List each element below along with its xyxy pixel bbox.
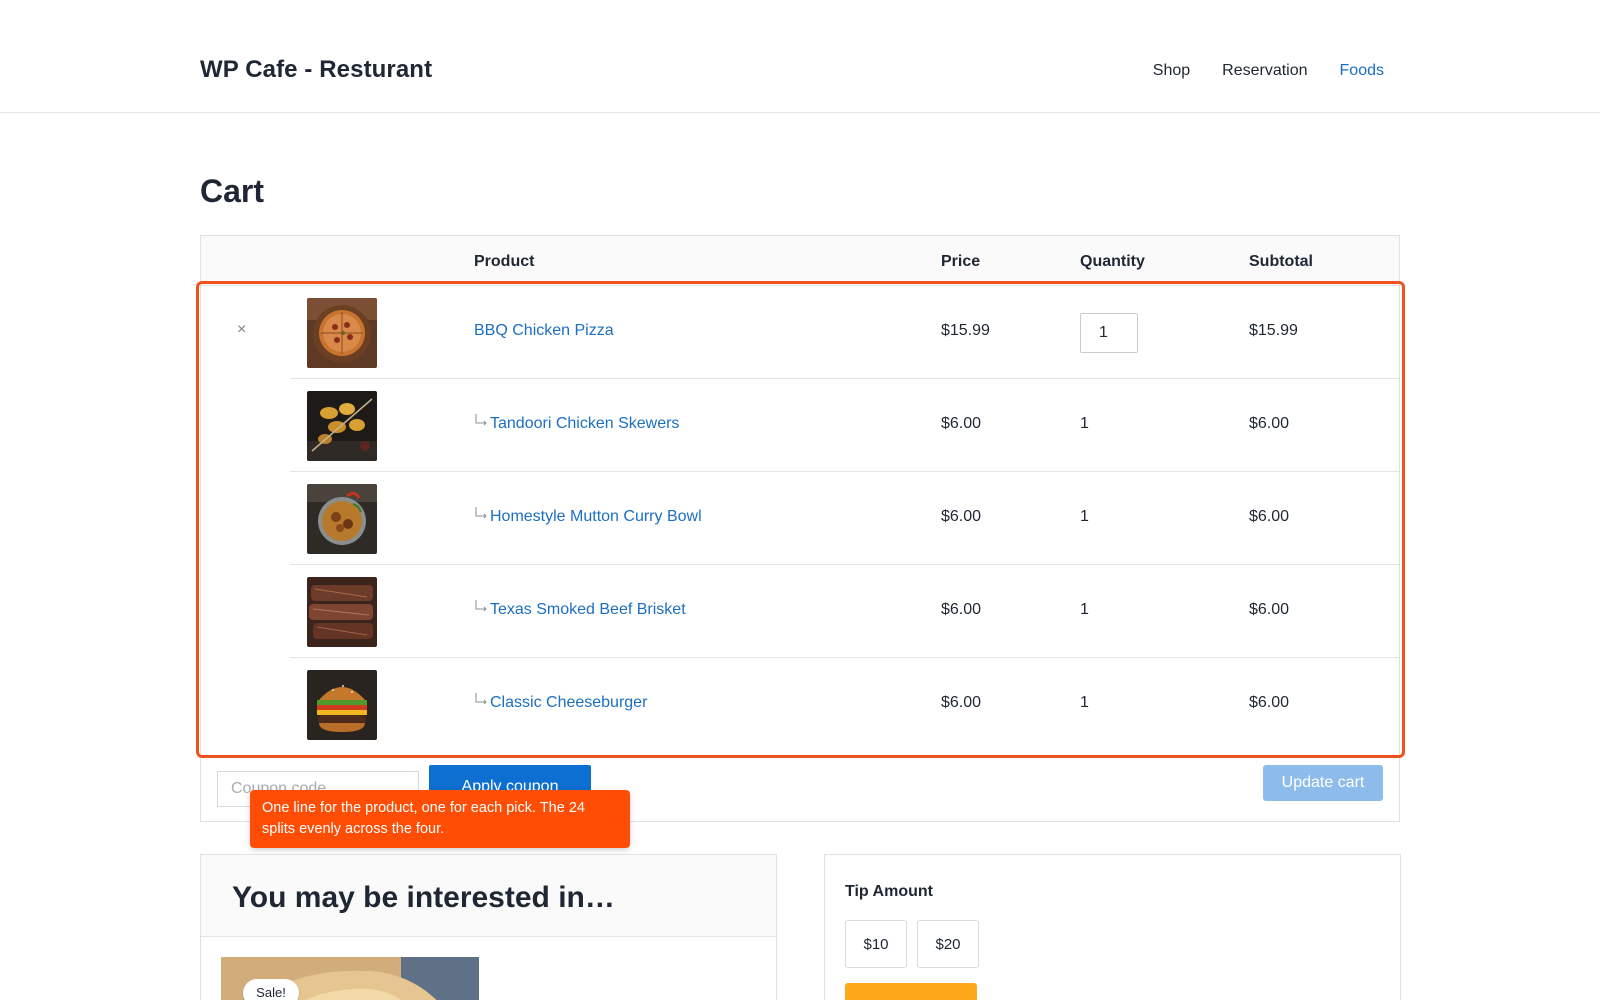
annotation-tooltip: One line for the product, one for each p…	[250, 790, 630, 848]
page-title: Cart	[200, 173, 265, 209]
tip-panel: Tip Amount $10 $20	[824, 854, 1401, 1000]
item-subtotal: $6.00	[1249, 694, 1290, 711]
cross-sells-header: You may be interested in…	[201, 855, 776, 937]
cart-row-child: Tandoori Chicken Skewers $6.00 1 $6.00	[201, 379, 1399, 472]
tip-action-button[interactable]	[845, 983, 977, 1000]
item-price: $15.99	[941, 322, 990, 339]
column-subtotal: Subtotal	[1249, 253, 1313, 270]
nav-shop[interactable]: Shop	[1153, 62, 1190, 80]
product-link[interactable]: Texas Smoked Beef Brisket	[490, 601, 686, 619]
site-title[interactable]: WP Cafe - Resturant	[200, 56, 432, 84]
item-quantity: 1	[1080, 601, 1089, 618]
product-link[interactable]: Homestyle Mutton Curry Bowl	[490, 508, 702, 526]
cross-sells-title: You may be interested in…	[232, 881, 615, 914]
corner-down-right-icon	[475, 414, 487, 426]
item-price: $6.00	[941, 601, 982, 618]
cart-row-child: Classic Cheeseburger $6.00 1 $6.00	[201, 658, 1399, 751]
cart-table-header: Product Price Quantity Subtotal	[201, 236, 1399, 286]
item-quantity: 1	[1080, 415, 1089, 432]
main-nav: Shop Reservation Foods	[1153, 62, 1384, 80]
cart-row-parent: × BBQ Chicken Pizza $15.99 $15.99	[201, 286, 1399, 379]
site-header: WP Cafe - Resturant Shop Reservation Foo…	[0, 0, 1600, 113]
column-product: Product	[474, 253, 535, 270]
quantity-input[interactable]	[1080, 313, 1138, 353]
tip-option-10[interactable]: $10	[845, 920, 907, 968]
product-thumbnail-brisket[interactable]	[307, 577, 377, 647]
item-price: $6.00	[941, 415, 982, 432]
column-quantity: Quantity	[1080, 253, 1145, 270]
corner-down-right-icon	[475, 600, 487, 612]
remove-item-icon[interactable]: ×	[237, 321, 246, 339]
product-link[interactable]: BBQ Chicken Pizza	[474, 322, 614, 340]
item-quantity: 1	[1080, 694, 1089, 711]
corner-down-right-icon	[475, 693, 487, 705]
nav-reservation[interactable]: Reservation	[1222, 62, 1307, 80]
product-thumbnail-pizza[interactable]	[307, 298, 377, 368]
product-link[interactable]: Tandoori Chicken Skewers	[490, 415, 679, 433]
item-subtotal: $6.00	[1249, 508, 1290, 525]
cross-sells-panel: You may be interested in… Sale!	[200, 854, 777, 1000]
nav-foods[interactable]: Foods	[1340, 62, 1384, 80]
item-subtotal: $15.99	[1249, 322, 1298, 339]
item-quantity: 1	[1080, 508, 1089, 525]
item-subtotal: $6.00	[1249, 601, 1290, 618]
update-cart-button[interactable]: Update cart	[1263, 765, 1383, 801]
product-thumbnail-skewers[interactable]	[307, 391, 377, 461]
item-price: $6.00	[941, 508, 982, 525]
product-thumbnail-curry[interactable]	[307, 484, 377, 554]
item-subtotal: $6.00	[1249, 415, 1290, 432]
sale-badge: Sale!	[243, 979, 299, 1000]
cart-row-child: Texas Smoked Beef Brisket $6.00 1 $6.00	[201, 565, 1399, 658]
column-price: Price	[941, 253, 981, 270]
cart-table: Product Price Quantity Subtotal × BBQ Ch…	[200, 235, 1400, 822]
product-thumbnail-burger[interactable]	[307, 670, 377, 740]
corner-down-right-icon	[475, 507, 487, 519]
tip-amount-label: Tip Amount	[845, 883, 933, 900]
tip-option-20[interactable]: $20	[917, 920, 979, 968]
item-price: $6.00	[941, 694, 982, 711]
product-link[interactable]: Classic Cheeseburger	[490, 694, 647, 712]
cart-row-child: Homestyle Mutton Curry Bowl $6.00 1 $6.0…	[201, 472, 1399, 565]
